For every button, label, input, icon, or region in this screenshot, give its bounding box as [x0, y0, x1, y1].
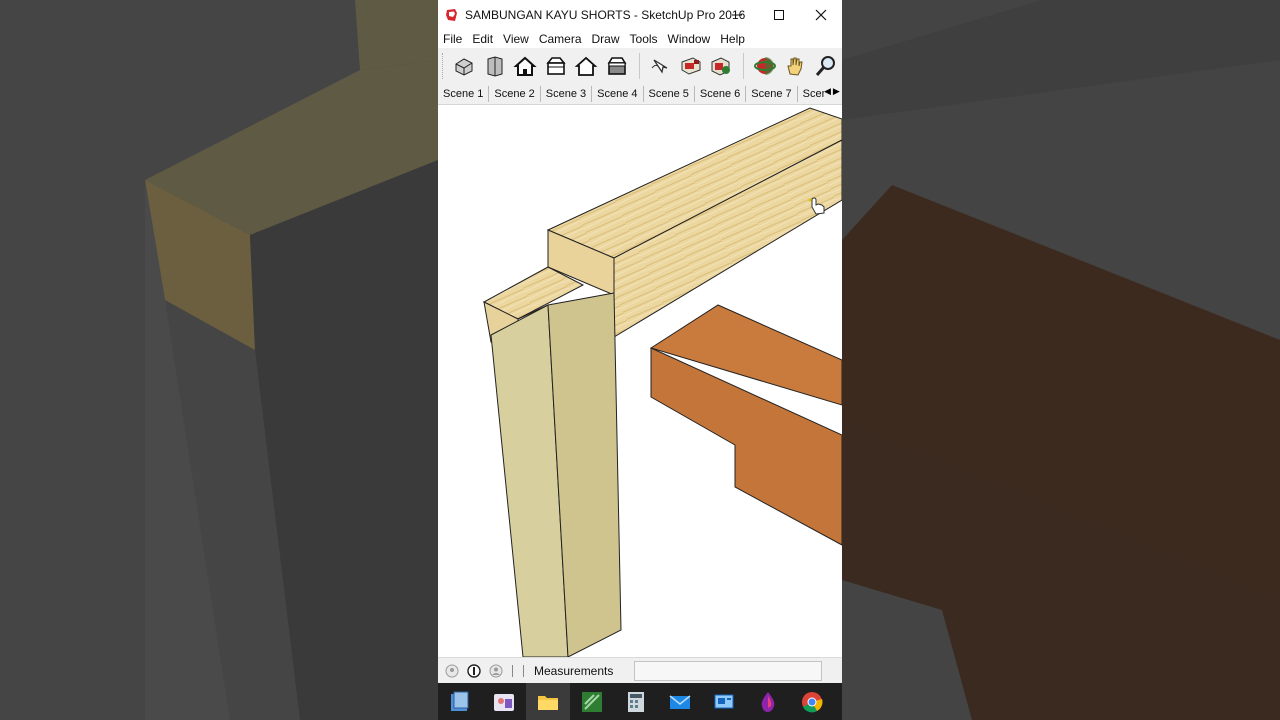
paint-drop-icon [761, 691, 775, 712]
status-separator [512, 665, 513, 677]
eraser-icon [711, 57, 731, 76]
menu-edit[interactable]: Edit [467, 32, 498, 46]
menu-file[interactable]: File [438, 32, 467, 46]
background-right-blur [842, 0, 1280, 720]
taskbar-folder[interactable] [526, 683, 570, 720]
eraser-button[interactable] [707, 51, 736, 81]
menu-camera[interactable]: Camera [534, 32, 587, 46]
back-view-button[interactable] [572, 51, 601, 81]
sketchup-window: SAMBUNGAN KAYU SHORTS - SketchUp Pro 201… [438, 0, 842, 720]
spreadsheet-icon [582, 691, 602, 712]
status-separator-2 [523, 665, 524, 677]
maximize-icon [774, 10, 784, 20]
status-bar: Measurements [438, 657, 842, 684]
iso-view-icon [455, 58, 473, 76]
paint-bucket-icon [681, 57, 701, 75]
left-view-icon [607, 57, 627, 75]
taskbar-chrome[interactable] [790, 683, 834, 720]
scroll-right-icon[interactable]: ▶ [833, 86, 840, 102]
measurements-input[interactable] [634, 661, 822, 681]
geo-location-icon [445, 664, 459, 678]
select-icon [651, 59, 668, 74]
left-view-button[interactable] [602, 51, 631, 81]
control-panel-icon [714, 694, 734, 708]
window-title: SAMBUNGAN KAYU SHORTS - SketchUp Pro 201… [465, 8, 746, 22]
top-view-button[interactable] [480, 51, 509, 81]
file-explorer-icon [451, 691, 469, 711]
taskbar-paint-drop[interactable] [746, 683, 790, 720]
menu-tools[interactable]: Tools [625, 32, 663, 46]
tab-scene-4[interactable]: Scene 4 [592, 86, 644, 102]
tab-scene-7[interactable]: Scene 7 [746, 86, 798, 102]
taskbar-photo-app[interactable] [482, 683, 526, 720]
minimize-button[interactable] [716, 0, 758, 30]
close-button[interactable] [800, 0, 842, 30]
mail-icon [669, 694, 691, 709]
toolbar-separator [638, 53, 640, 79]
user-icon [489, 664, 503, 678]
front-view-button[interactable] [511, 51, 540, 81]
zoom-icon [815, 56, 835, 76]
zoom-button[interactable] [811, 51, 840, 81]
tab-scene-2[interactable]: Scene 2 [489, 86, 541, 102]
toolbar-grip[interactable] [442, 53, 446, 79]
back-view-icon [574, 56, 598, 76]
window-controls [716, 0, 842, 30]
model-viewport[interactable] [438, 105, 842, 658]
scroll-left-icon[interactable]: ◀ [824, 86, 831, 102]
pan-button[interactable] [781, 51, 810, 81]
measurements-label: Measurements [534, 664, 614, 678]
menu-draw[interactable]: Draw [587, 32, 625, 46]
taskbar-mail[interactable] [658, 683, 702, 720]
right-view-button[interactable] [541, 51, 570, 81]
select-button[interactable] [646, 51, 675, 81]
credits-icon [467, 664, 481, 678]
tab-scene-6[interactable]: Scene 6 [695, 86, 747, 102]
photo-app-icon [494, 693, 514, 711]
menu-bar: File Edit View Camera Draw Tools Window … [438, 30, 842, 48]
taskbar-spreadsheet[interactable] [570, 683, 614, 720]
tab-scene-1[interactable]: Scene 1 [438, 86, 490, 102]
minimize-icon [732, 14, 742, 16]
background-left-blur [0, 0, 438, 720]
paint-bucket-button[interactable] [676, 51, 705, 81]
close-icon [815, 9, 827, 21]
calculator-icon [628, 691, 644, 712]
tab-scene-3[interactable]: Scene 3 [541, 86, 593, 102]
geo-location-button[interactable] [444, 663, 460, 679]
credits-button[interactable] [466, 663, 482, 679]
scene-tab-scroller[interactable]: ◀ ▶ [824, 86, 842, 102]
menu-window[interactable]: Window [663, 32, 716, 46]
orbit-button[interactable] [750, 51, 779, 81]
sketchup-icon [446, 9, 457, 21]
toolbar-separator-2 [743, 53, 745, 79]
taskbar-file-explorer[interactable] [438, 683, 482, 720]
title-bar: SAMBUNGAN KAYU SHORTS - SketchUp Pro 201… [438, 0, 842, 30]
views-toolbar [438, 48, 842, 84]
menu-view[interactable]: View [498, 32, 534, 46]
pan-icon [787, 57, 803, 76]
windows-taskbar [438, 683, 842, 720]
menu-help[interactable]: Help [715, 32, 750, 46]
user-button[interactable] [488, 663, 504, 679]
front-view-icon [513, 56, 537, 76]
scene-tabs: Scene 1 Scene 2 Scene 3 Scene 4 Scene 5 … [438, 84, 842, 105]
right-view-icon [545, 57, 566, 75]
chrome-icon [802, 691, 823, 712]
taskbar-calculator[interactable] [614, 683, 658, 720]
orbit-icon [753, 57, 776, 75]
folder-icon [538, 695, 558, 710]
tab-scene-5[interactable]: Scene 5 [644, 86, 695, 102]
taskbar-control-panel[interactable] [702, 683, 746, 720]
maximize-button[interactable] [758, 0, 800, 30]
iso-view-button[interactable] [450, 51, 479, 81]
top-view-icon [487, 56, 503, 77]
